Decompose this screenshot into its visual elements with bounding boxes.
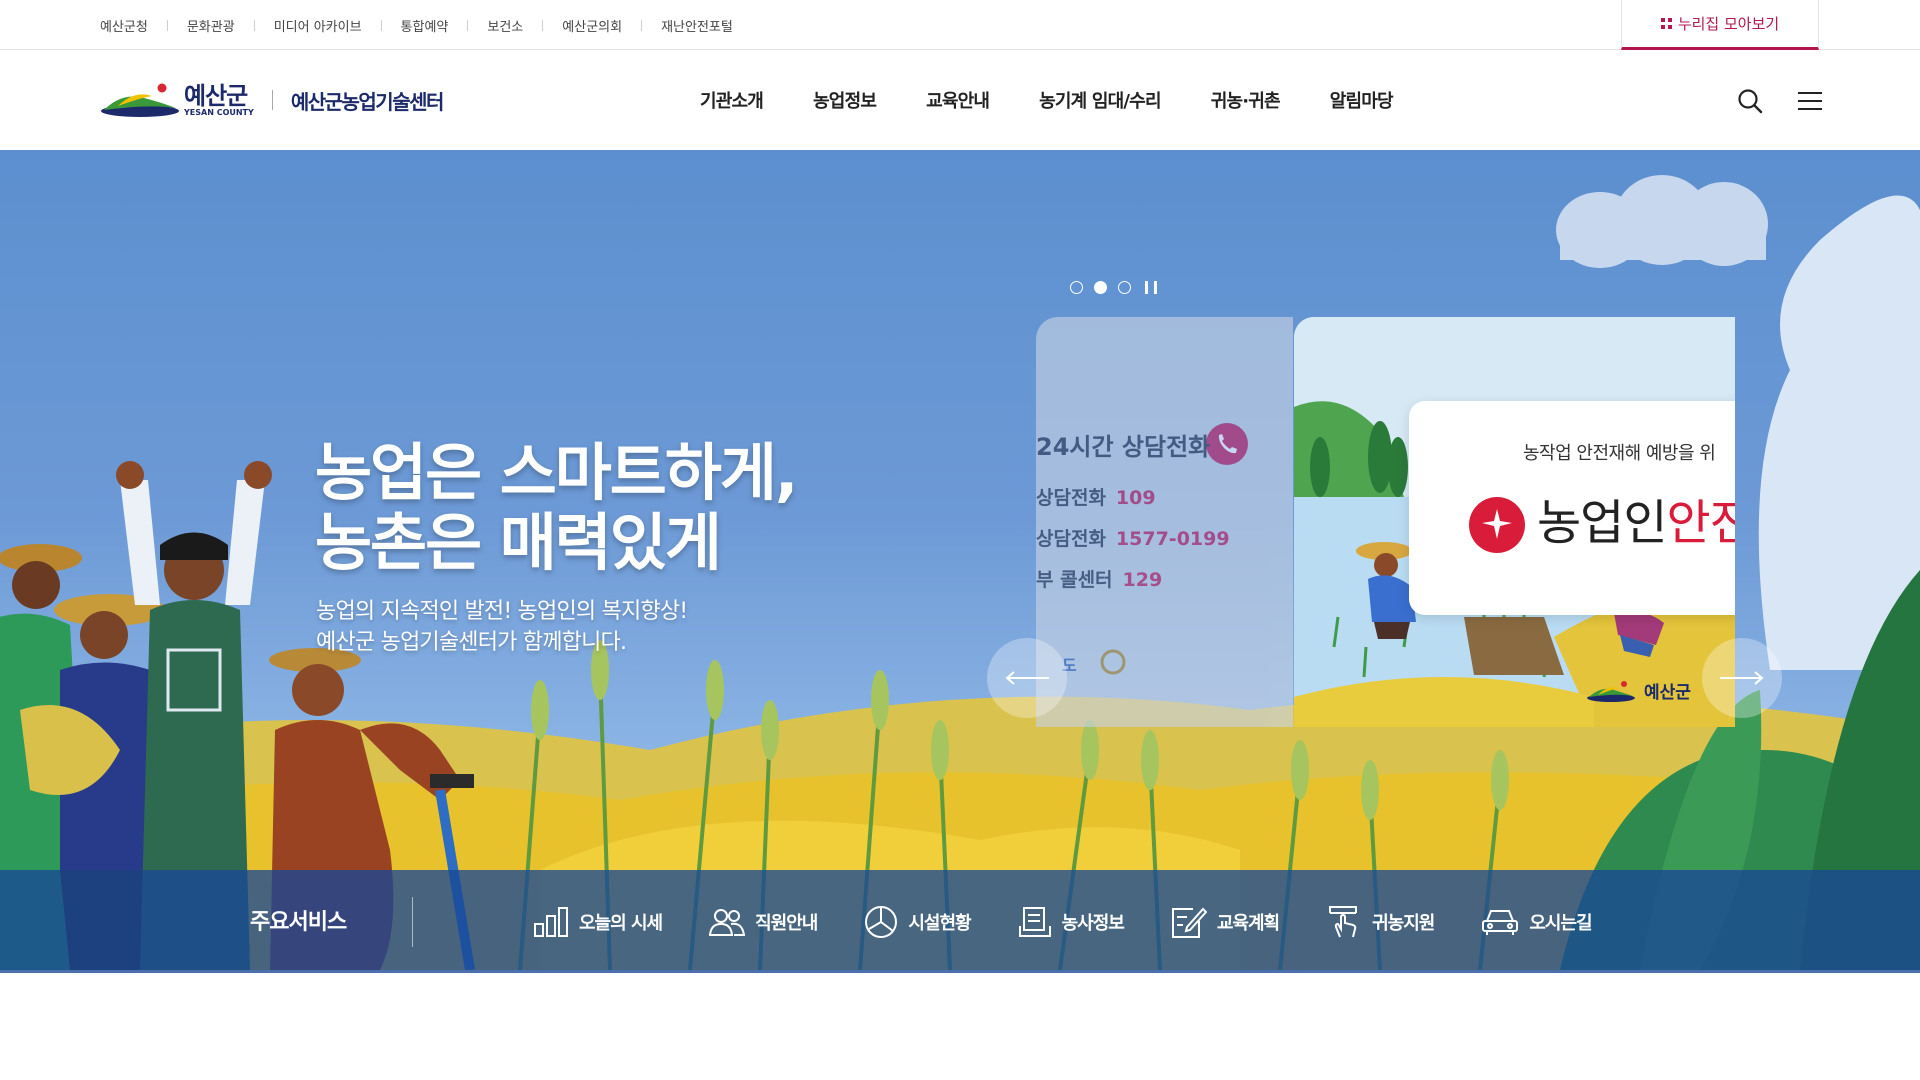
banner-prev-row-label: 상담전화 [1036,528,1106,550]
hero-subtitle: 농업의 지속적인 발전! 농업인의 복지향상! 예산군 농업기술센터가 함께합니… [316,596,688,658]
slider-dot-active[interactable] [1094,281,1107,294]
banner-main-line2: 농업인안전 [1537,483,1735,553]
logo-english: YESAN COUNTY [184,107,254,117]
banner-main-line2-text: 농업인 [1537,495,1667,551]
service-label: 귀농지원 [1372,912,1435,934]
banner-card-active[interactable]: 농작업 안전재해 예방을 위 농업인안전 예산군 [1294,317,1735,727]
utility-link[interactable]: 통합예약 [362,16,449,35]
banner-prev-row-label: 부 콜센터 [1036,569,1113,591]
pause-icon[interactable] [1145,281,1157,294]
service-farming-info[interactable]: 농사정보 [1018,906,1125,938]
emblem-icon [1100,649,1126,675]
site-logo[interactable]: 예산군 YESAN COUNTY 예산군농업기술센터 [100,77,445,123]
utility-link[interactable]: 보건소 [448,16,523,35]
hand-pointer-icon [1329,905,1358,937]
utility-bar: 예산군청 문화관광 미디어 아카이브 통합예약 보건소 예산군의회 재난안전포털… [0,0,1920,50]
banner-prev-row-number: 1577-0199 [1115,528,1230,550]
banner-prev-row-number: 129 [1122,569,1163,591]
service-facilities[interactable]: 시설현황 [864,905,972,939]
center-name: 예산군농업기술센터 [290,89,445,114]
logo-korean: 예산군 [184,81,248,110]
yesan-logo-icon [101,83,179,117]
slider-dot[interactable] [1070,281,1083,294]
utility-link[interactable]: 예산군의회 [523,16,622,35]
utility-link[interactable]: 문화관광 [148,16,235,35]
document-computer-icon [1018,906,1051,937]
service-staff[interactable]: 직원안내 [709,907,818,937]
banner-logo-text: 예산군 [1644,683,1691,703]
service-directions[interactable]: 오시는길 [1481,907,1593,937]
service-market-price[interactable]: 오늘의 시세 [533,906,663,938]
nav-item-agri-info[interactable]: 농업정보 [813,87,877,113]
main-services-divider [412,897,413,947]
service-label: 오시는길 [1529,912,1592,934]
hamburger-menu-icon[interactable] [1798,90,1822,112]
utility-link[interactable]: 미디어 아카이브 [235,16,362,35]
utility-link[interactable]: 예산군청 [100,16,148,35]
nav-item-notice[interactable]: 알림마당 [1330,87,1394,113]
banner-prev-row-number: 109 [1115,487,1156,509]
hero-subtitle-line: 예산군 농업기술센터가 함께합니다. [316,630,627,655]
service-label: 오늘의 시세 [579,912,663,934]
banner-prev-row: 상담전화 1577-0199 [1036,524,1230,551]
hero-title-line: 농촌은 매력있게 [315,506,722,579]
chart-bar-icon [534,906,568,937]
service-label: 농사정보 [1061,912,1125,934]
arrow-right-icon [1720,671,1764,685]
slider-dot[interactable] [1118,281,1131,294]
pie-chart-icon [865,905,898,938]
car-icon [1482,909,1519,935]
hero-title: 농업은 스마트하게, 농촌은 매력있게 [315,436,798,579]
nav-item-education[interactable]: 교육안내 [926,87,990,113]
banner-main-line1: 농작업 안전재해 예방을 위 [1523,443,1716,464]
main-services-title: 주요서비스 [250,910,347,935]
pencil-note-icon [1171,907,1207,938]
phone-call-icon [1206,423,1248,465]
banner-prev-row: 부 콜센터 129 [1036,565,1162,592]
hero-banner: 농업은 스마트하게, 농촌은 매력있게 농업의 지속적인 발전! 농업인의 복지… [0,150,1920,970]
hero-subtitle-line: 농업의 지속적인 발전! 농업인의 복지향상! [316,599,688,624]
site-collection-button[interactable]: 누리집 모아보기 [1621,0,1819,50]
nav-item-machinery[interactable]: 농기계 임대/수리 [1039,87,1161,113]
banner-prev-title: 24시간 상담전화 [1036,433,1211,461]
yesan-logo-icon [1587,681,1635,702]
utility-links: 예산군청 문화관광 미디어 아카이브 통합예약 보건소 예산군의회 재난안전포털 [100,0,733,50]
arrow-left-icon [1005,671,1049,685]
logo-divider [271,90,273,110]
service-return-support[interactable]: 귀농지원 [1326,905,1435,939]
hero-title-line: 농업은 스마트하게, [315,436,798,509]
site-collection-label: 누리집 모아보기 [1677,15,1780,33]
safety-mark-icon [1469,497,1525,553]
main-services-bar: 주요서비스 오늘의 시세 직원안내 시설현황 농사정보 교육계획 귀농지원 오시… [0,870,1920,973]
utility-link[interactable]: 재난안전포털 [622,16,733,35]
slider-controls [1070,281,1157,294]
site-header: 예산군 YESAN COUNTY 예산군농업기술센터 기관소개 농업정보 교육안… [0,50,1920,150]
people-icon [709,908,746,936]
banner-card-previous[interactable]: 24시간 상담전화 상담전화 109 상담전화 1577-0199 부 콜센터 129… [1036,317,1293,727]
main-nav: 기관소개 농업정보 교육안내 농기계 임대/수리 귀농·귀촌 알림마당 [700,50,1394,150]
slider-next-button[interactable] [1702,638,1782,718]
grid-icon [1660,18,1672,29]
search-icon[interactable] [1737,88,1763,114]
slider-prev-button[interactable] [987,638,1067,718]
service-label: 시설현황 [908,912,971,934]
banner-main-line2-accent: 안전 [1666,495,1735,551]
main-services-list: 오늘의 시세 직원안내 시설현황 농사정보 교육계획 귀농지원 오시는길 [533,870,1593,973]
nav-item-return-farming[interactable]: 귀농·귀촌 [1211,87,1281,113]
service-label: 교육계획 [1216,912,1280,934]
banner-message-panel: 농작업 안전재해 예방을 위 농업인안전 [1409,401,1735,615]
service-education-plan[interactable]: 교육계획 [1171,905,1280,939]
banner-prev-row: 상담전화 109 [1036,483,1156,510]
banner-prev-row-label: 상담전화 [1036,487,1106,509]
service-label: 직원안내 [755,912,818,934]
nav-item-about[interactable]: 기관소개 [700,87,764,113]
logo-wordmark: 예산군 YESAN COUNTY [184,84,254,117]
